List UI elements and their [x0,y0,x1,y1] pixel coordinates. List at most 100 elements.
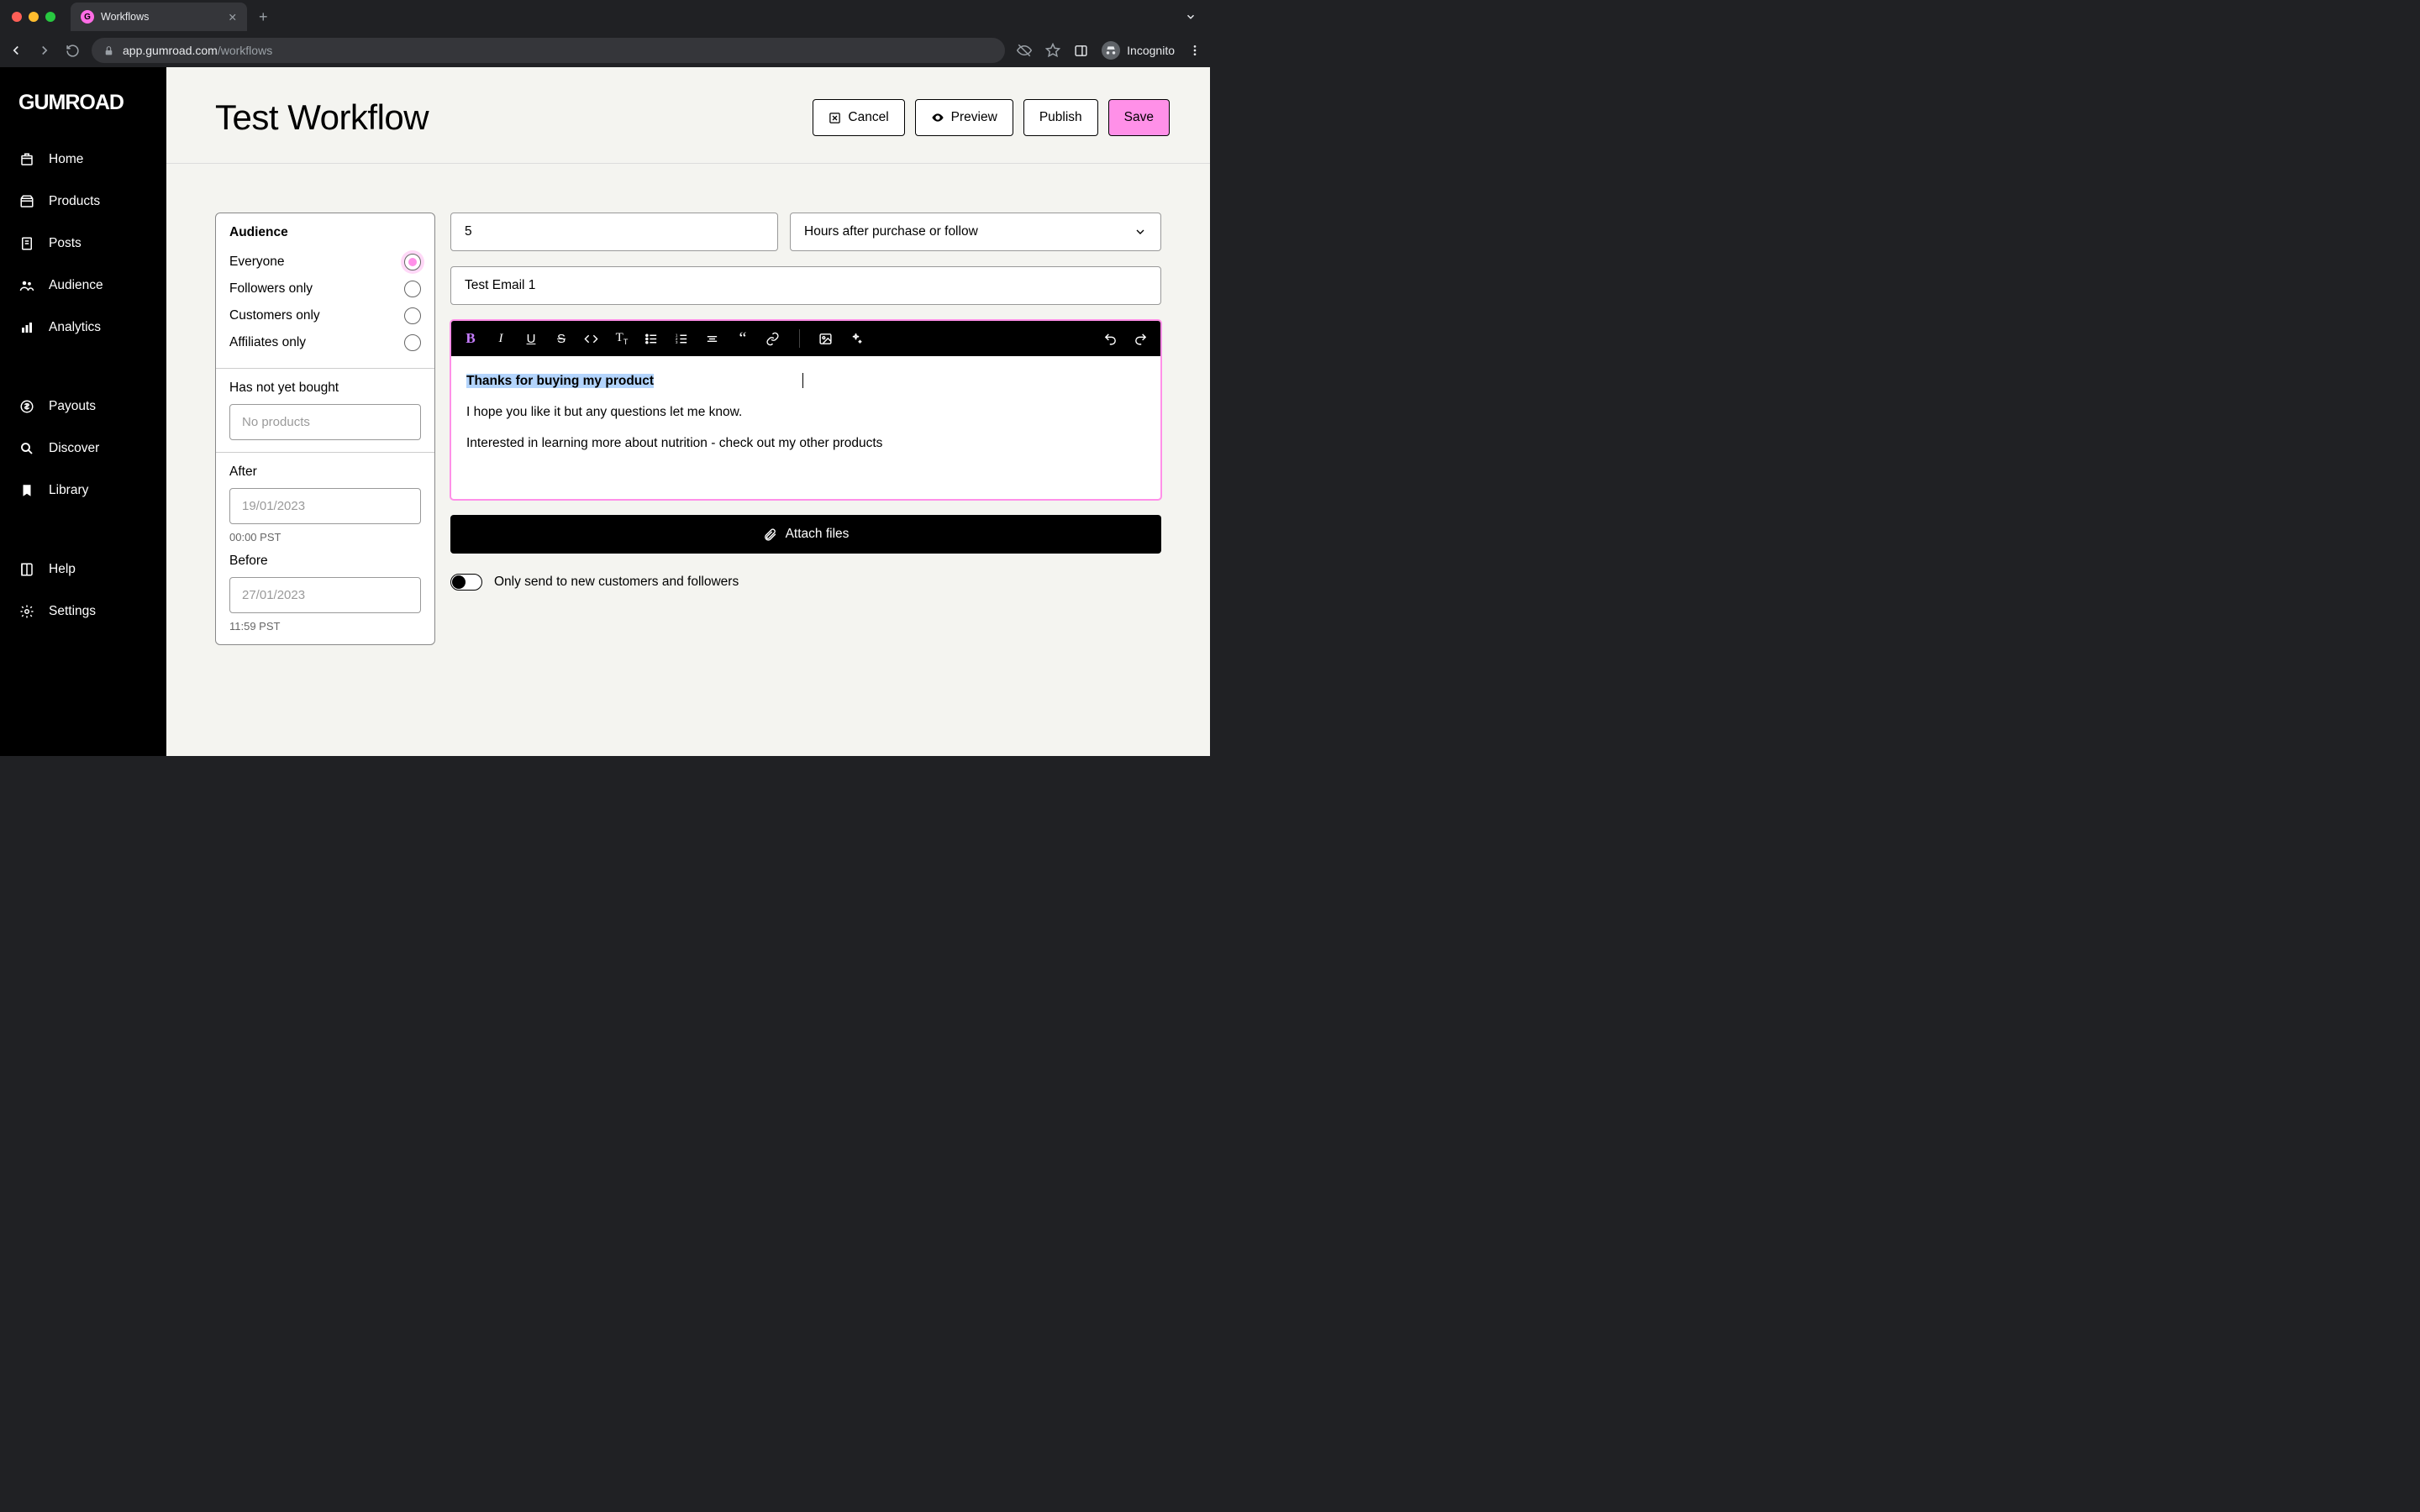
not-bought-input[interactable] [229,404,421,440]
sidebar-item-label: Analytics [49,320,101,335]
image-button[interactable] [818,332,834,346]
tabs-overflow-icon[interactable] [1185,11,1197,23]
radio-icon [404,307,421,324]
save-button[interactable]: Save [1108,99,1170,136]
link-button[interactable] [765,332,781,346]
not-bought-label: Has not yet bought [229,381,421,396]
after-time: 00:00 PST [229,531,421,543]
audience-card: Audience Everyone Followers only Custome… [215,213,435,645]
redo-button[interactable] [1134,332,1149,346]
sidebar-item-products[interactable]: Products [0,181,166,223]
cancel-button[interactable]: Cancel [813,99,904,136]
sidebar-item-label: Payouts [49,399,96,414]
sidebar-item-label: Home [49,152,83,167]
sidebar-item-library[interactable]: Library [0,470,166,512]
radio-icon [404,254,421,270]
back-button[interactable] [8,43,24,58]
bullet-list-button[interactable] [644,332,660,346]
subject-input[interactable]: Test Email 1 [450,266,1161,305]
strike-button[interactable]: S [554,332,569,346]
sidebar-item-home[interactable]: Home [0,139,166,181]
sidebar-item-posts[interactable]: Posts [0,223,166,265]
forward-button[interactable] [37,43,52,58]
svg-text:3: 3 [676,340,678,345]
undo-button[interactable] [1103,332,1118,346]
browser-tab[interactable]: G Workflows ✕ [71,3,247,31]
radio-icon [404,281,421,297]
after-date-input[interactable] [229,488,421,524]
sidebar-item-settings[interactable]: Settings [0,591,166,633]
sidebar-item-discover[interactable]: Discover [0,428,166,470]
kebab-menu-icon[interactable] [1188,44,1202,57]
paperclip-icon [763,528,777,542]
url-path: /workflows [218,44,272,57]
close-tab-icon[interactable]: ✕ [229,11,237,24]
sparkle-button[interactable] [849,332,864,346]
gear-icon [18,604,35,619]
people-icon [18,278,35,293]
doc-icon [18,236,35,251]
home-icon [18,152,35,167]
ordered-list-button[interactable]: 123 [675,332,690,346]
sidebar-item-label: Audience [49,278,103,293]
text-size-button[interactable]: TT [614,331,629,346]
editor-textarea[interactable]: Thanks for buying my product I hope you … [451,356,1160,499]
panel-icon[interactable] [1074,44,1088,58]
lock-icon [103,45,114,56]
only-new-label: Only send to new customers and followers [494,575,739,590]
publish-button[interactable]: Publish [1023,99,1098,136]
attach-files-button[interactable]: Attach files [450,515,1161,554]
eye-off-icon[interactable] [1017,43,1032,58]
new-tab-button[interactable]: + [252,8,275,26]
editor-toolbar: B I U S TT 123 “ [451,321,1160,356]
only-new-toggle[interactable] [450,574,482,591]
trigger-select[interactable]: Hours after purchase or follow [790,213,1161,251]
delay-value-input[interactable]: 5 [450,213,778,251]
page-title: Test Workflow [215,97,429,138]
sidebar-item-label: Library [49,483,88,498]
text-cursor-icon [802,373,803,388]
tab-title: Workflows [101,11,149,23]
url-bar[interactable]: app.gumroad.com/workflows [92,38,1005,63]
gumroad-logo: GUMROAD [0,91,166,139]
editor-line: Interested in learning more about nutrit… [466,433,1145,454]
before-time: 11:59 PST [229,620,421,633]
reload-button[interactable] [66,44,80,58]
search-icon [18,441,35,456]
before-label: Before [229,554,421,569]
align-button[interactable] [705,332,720,346]
window-traffic-lights[interactable] [12,12,55,22]
italic-button[interactable]: I [493,332,508,346]
editor-selected-text: Thanks for buying my product [466,374,654,388]
sidebar-item-audience[interactable]: Audience [0,265,166,307]
sidebar-item-analytics[interactable]: Analytics [0,307,166,349]
chevron-down-icon [1134,225,1147,239]
preview-button[interactable]: Preview [915,99,1013,136]
audience-option-everyone[interactable]: Everyone [229,249,421,276]
help-icon [18,562,35,577]
quote-button[interactable]: “ [735,334,750,343]
audience-title: Audience [229,225,421,240]
sidebar-item-label: Settings [49,604,96,619]
audience-option-customers[interactable]: Customers only [229,302,421,329]
sidebar-item-help[interactable]: Help [0,549,166,591]
code-button[interactable] [584,332,599,346]
sidebar-item-label: Help [49,562,76,577]
tag-icon [18,194,35,209]
x-square-icon [829,112,841,124]
after-label: After [229,465,421,480]
incognito-icon [1102,41,1120,60]
url-host: app.gumroad.com [123,44,218,57]
favicon-icon: G [81,10,94,24]
eye-icon [931,111,944,124]
sidebar-item-payouts[interactable]: Payouts [0,386,166,428]
sidebar-item-label: Discover [49,441,99,456]
before-date-input[interactable] [229,577,421,613]
audience-option-followers[interactable]: Followers only [229,276,421,302]
audience-option-affiliates[interactable]: Affiliates only [229,329,421,356]
sidebar-item-label: Products [49,194,100,209]
bold-button[interactable]: B [463,330,478,347]
star-icon[interactable] [1045,43,1060,58]
underline-button[interactable]: U [523,332,539,346]
rich-text-editor: B I U S TT 123 “ [450,320,1161,500]
